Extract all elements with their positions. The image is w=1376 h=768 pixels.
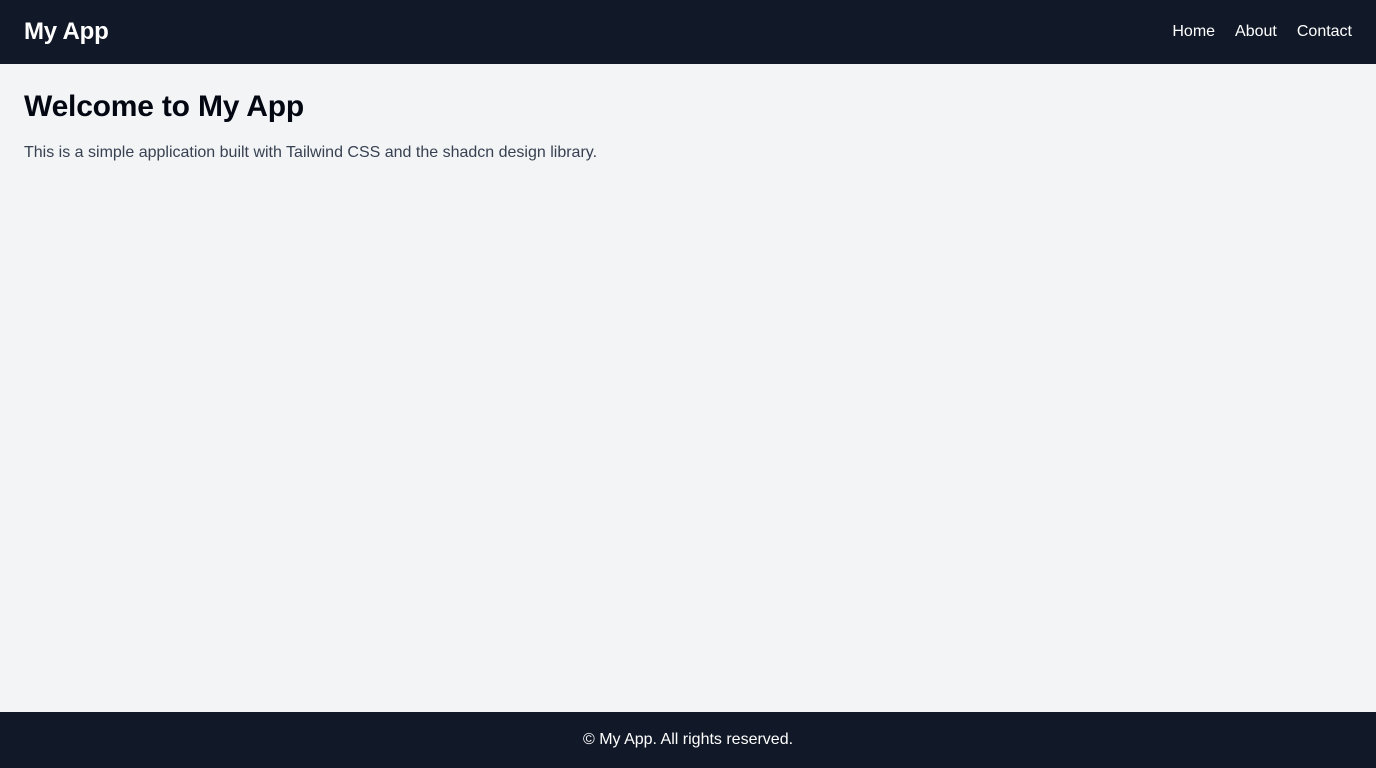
- nav-link-about[interactable]: About: [1235, 24, 1277, 40]
- page-footer: © My App. All rights reserved.: [0, 712, 1376, 768]
- page-title: Welcome to My App: [24, 90, 304, 123]
- primary-navigation: Home About Contact: [1172, 24, 1352, 40]
- intro-paragraph: This is a simple application built with …: [24, 144, 598, 161]
- top-navbar: My App Home About Contact: [0, 0, 1376, 64]
- copyright-text: © My App. All rights reserved.: [582, 731, 794, 748]
- nav-link-contact[interactable]: Contact: [1297, 24, 1352, 40]
- brand-logo-link[interactable]: My App: [24, 20, 109, 44]
- nav-link-home[interactable]: Home: [1172, 24, 1215, 40]
- main-content: Welcome to My App This is a simple appli…: [0, 64, 1376, 712]
